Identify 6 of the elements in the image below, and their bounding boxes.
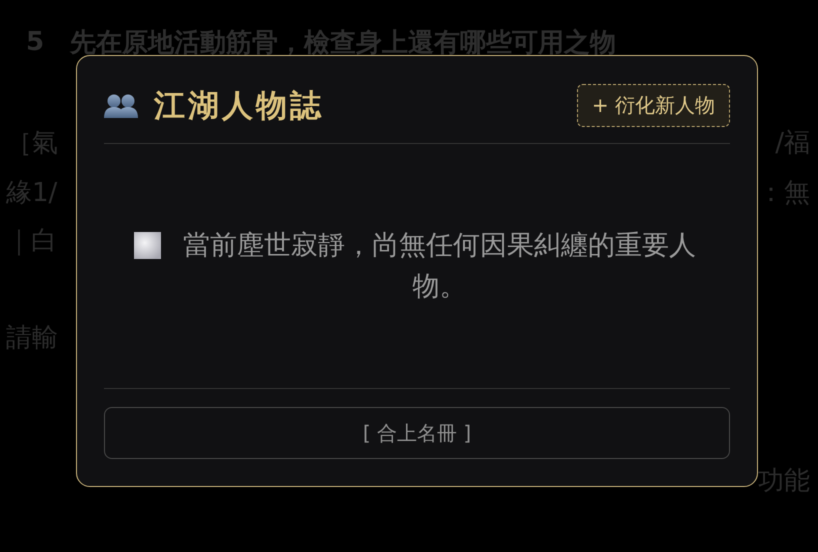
empty-message: 當前塵世寂靜，尚無任何因果糾纏的重要人物。 xyxy=(182,229,697,304)
close-button[interactable]: [ 合上名冊 ] xyxy=(104,407,730,459)
dialog-title: 江湖人物誌 xyxy=(154,86,324,126)
add-character-button[interactable]: + 衍化新人物 xyxy=(576,84,730,127)
people-icon xyxy=(104,92,138,118)
placeholder-icon xyxy=(134,232,161,259)
